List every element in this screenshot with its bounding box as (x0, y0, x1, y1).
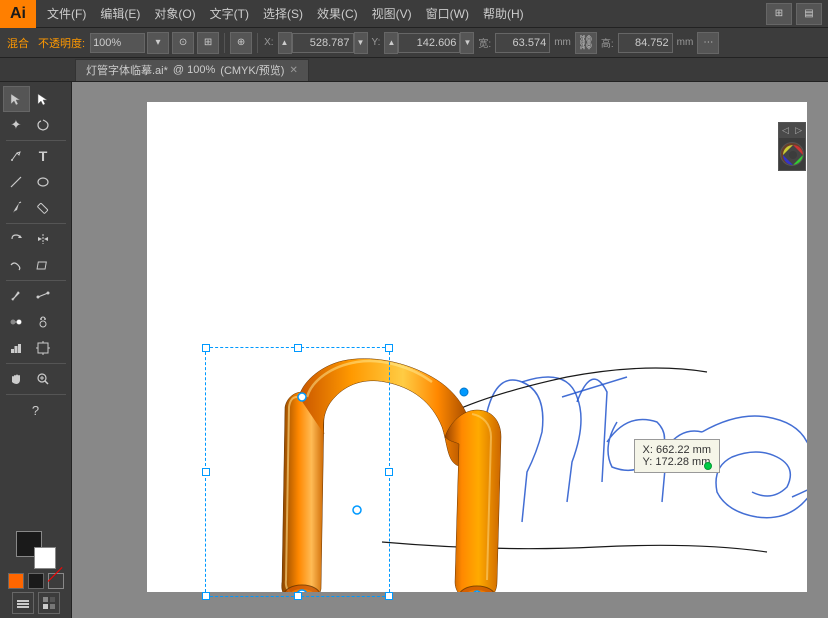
handle-bottom-right[interactable] (385, 592, 393, 600)
transform-icon[interactable]: ⊕ (230, 32, 252, 54)
x-spin-down[interactable]: ▼ (354, 32, 368, 54)
float-panel: ◁ ▷ (778, 122, 806, 171)
h-label: 高: (600, 35, 615, 50)
x-input[interactable] (292, 33, 354, 53)
left-toolbar: ✦ T (0, 82, 72, 618)
menu-text[interactable]: 文字(T) (203, 1, 256, 26)
tab-zoom: @ 100% (173, 64, 215, 76)
w-unit: mm (553, 37, 572, 48)
artboard-tool[interactable] (30, 335, 57, 361)
menu-bar: Ai 文件(F) 编辑(E) 对象(O) 文字(T) 选择(S) 效果(C) 视… (0, 0, 828, 28)
y-input[interactable] (398, 33, 460, 53)
zoom-tool[interactable] (30, 366, 57, 392)
y-spin-up[interactable]: ▲ (384, 32, 398, 54)
opacity-label: 不透明度: (35, 35, 88, 51)
menu-object[interactable]: 对象(O) (147, 1, 202, 26)
direct-selection-tool[interactable] (30, 86, 57, 112)
w-input[interactable] (495, 33, 550, 53)
color-wheel-icon[interactable] (780, 142, 804, 166)
control-toolbar: 混合 不透明度: ▾ ⊙ ⊞ ⊕ X: ▲ ▼ Y: ▲ ▼ 宽: mm ⛓ 高… (0, 28, 828, 58)
tab-close-button[interactable]: ✕ (289, 65, 297, 76)
free-transform-tool[interactable] (30, 252, 57, 278)
selection-tool[interactable] (3, 86, 30, 112)
align-icon[interactable]: ⊞ (197, 32, 219, 54)
float-panel-close[interactable]: ▷ (795, 125, 802, 136)
color-swatch-none[interactable] (48, 573, 64, 589)
tab-colormode: (CMYK/预览) (220, 62, 284, 78)
workspace-icon[interactable]: ▤ (796, 3, 822, 25)
color-swatch-orange[interactable] (8, 573, 24, 589)
rotate-tool[interactable] (3, 226, 30, 252)
help-button[interactable]: ? (22, 397, 49, 423)
menu-help[interactable]: 帮助(H) (476, 1, 531, 26)
menu-effect[interactable]: 效果(C) (310, 1, 365, 26)
opacity-dropdown-icon[interactable]: ▾ (147, 32, 169, 54)
app-logo: Ai (0, 0, 36, 28)
handle-bottom-left[interactable] (202, 592, 210, 600)
layers-icon[interactable] (12, 592, 34, 614)
style-icon[interactable]: ⊙ (172, 32, 194, 54)
brush-tool[interactable] (3, 195, 30, 221)
more-options-icon[interactable]: ⋯ (697, 32, 719, 54)
measure-tool[interactable] (30, 283, 57, 309)
tab-filename: 灯管字体临摹.ai* (86, 62, 168, 78)
swatches-icon[interactable] (38, 592, 60, 614)
y-label: Y: (371, 37, 382, 48)
y-spin-down[interactable]: ▼ (460, 32, 474, 54)
line-tool[interactable] (3, 169, 30, 195)
menu-select[interactable]: 选择(S) (256, 1, 310, 26)
hand-tool[interactable] (3, 366, 30, 392)
h-input[interactable] (618, 33, 673, 53)
blend-tool[interactable] (3, 309, 30, 335)
menu-window[interactable]: 窗口(W) (419, 1, 476, 26)
x-label: X: (263, 37, 274, 48)
magic-wand-tool[interactable]: ✦ (3, 112, 30, 138)
main-area: ✦ T (0, 82, 828, 618)
x-spin-up[interactable]: ▲ (278, 32, 292, 54)
chain-icon[interactable]: ⛓ (575, 32, 597, 54)
pen-tool[interactable] (3, 143, 30, 169)
handle-bottom-center[interactable] (294, 592, 302, 600)
ellipse-tool[interactable] (30, 169, 57, 195)
reflect-tool[interactable] (30, 226, 57, 252)
canvas-area[interactable]: X: 662.22 mm Y: 172.28 mm ◁ ▷ (72, 82, 828, 618)
cursor-indicator (704, 462, 712, 470)
menu-items: 文件(F) 编辑(E) 对象(O) 文字(T) 选择(S) 效果(C) 视图(V… (36, 1, 535, 26)
arrange-icon[interactable]: ⊞ (766, 3, 792, 25)
color-area (3, 527, 69, 618)
canvas-background (147, 102, 807, 592)
eyedropper-tool[interactable] (3, 283, 30, 309)
menu-view[interactable]: 视图(V) (365, 1, 419, 26)
w-label: 宽: (477, 35, 492, 50)
pencil-tool[interactable] (30, 195, 57, 221)
blend-mode-label: 混合 (4, 35, 32, 51)
float-panel-expand[interactable]: ◁ (782, 125, 789, 136)
color-swatch-black[interactable] (28, 573, 44, 589)
menu-edit[interactable]: 编辑(E) (93, 1, 147, 26)
lasso-tool[interactable] (30, 112, 57, 138)
menu-file[interactable]: 文件(F) (40, 1, 93, 26)
h-unit: mm (676, 37, 695, 48)
warp-tool[interactable] (3, 252, 30, 278)
symbol-spray-tool[interactable] (30, 309, 57, 335)
document-tab[interactable]: 灯管字体临摹.ai* @ 100% (CMYK/预览) ✕ (75, 59, 309, 81)
stroke-swatch[interactable] (34, 547, 56, 569)
tab-bar: 灯管字体临摹.ai* @ 100% (CMYK/预览) ✕ (0, 58, 828, 82)
text-tool[interactable]: T (30, 143, 57, 169)
opacity-input[interactable] (90, 33, 145, 53)
graph-tool[interactable] (3, 335, 30, 361)
